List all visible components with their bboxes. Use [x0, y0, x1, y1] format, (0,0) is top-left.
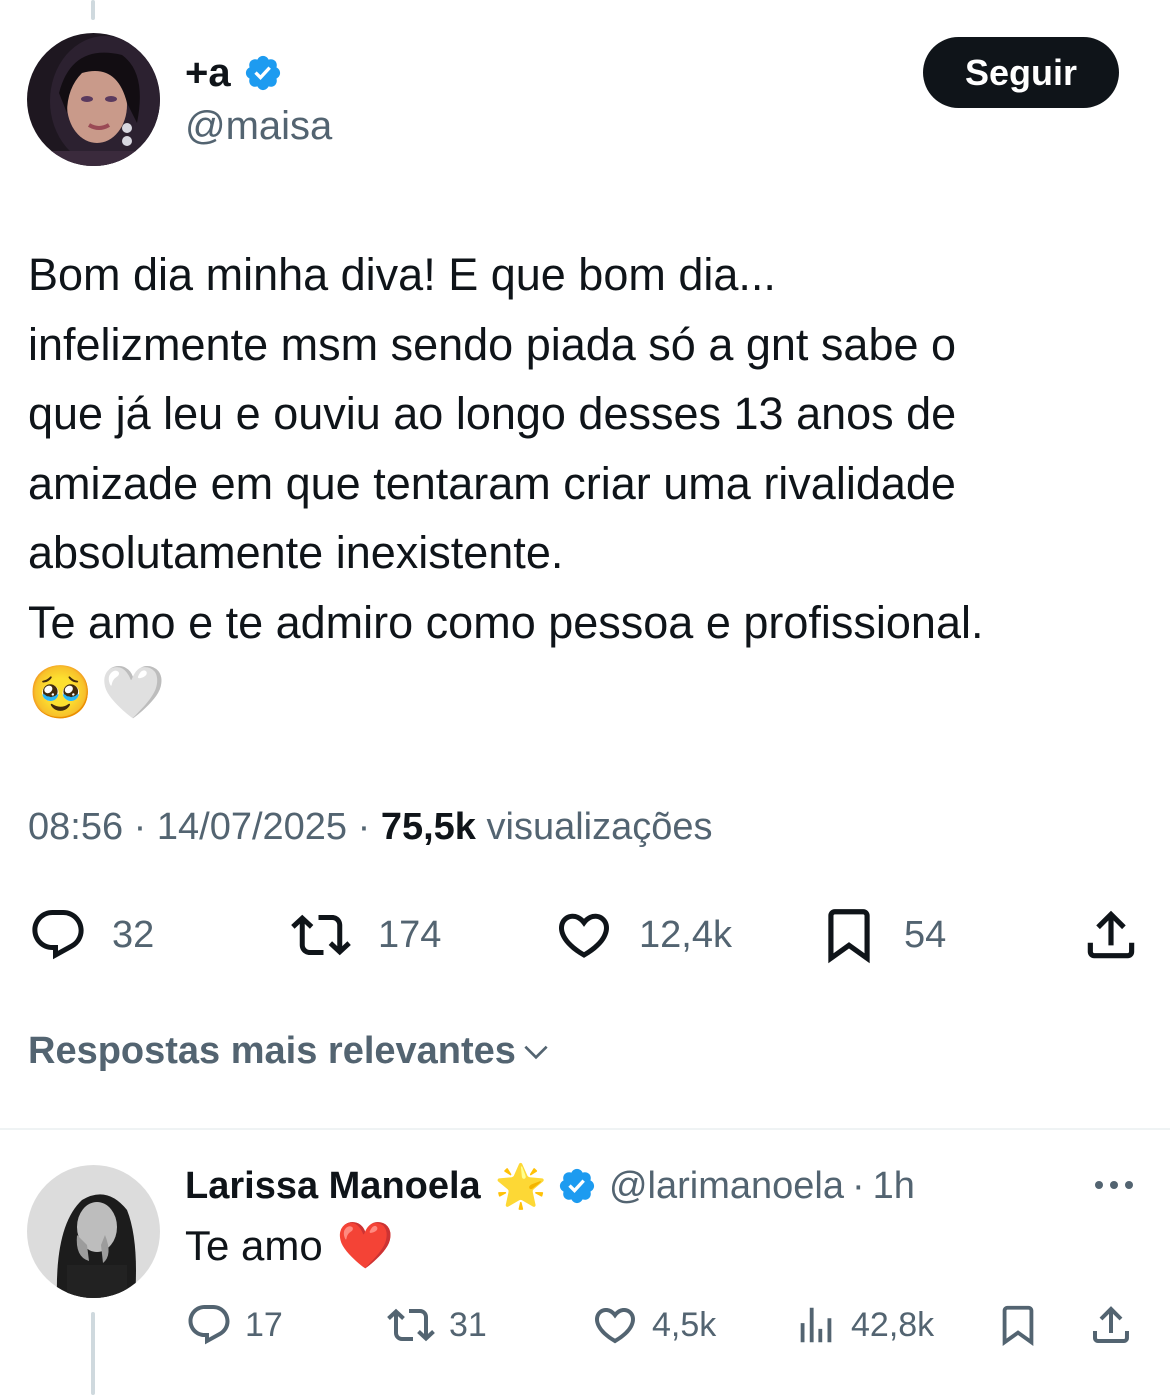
reply-age[interactable]: 1h [873, 1165, 915, 1208]
post-time[interactable]: 08:56 [28, 806, 123, 848]
meta-separator: · [133, 806, 147, 848]
post-actions: 32 174 12,4k 54 [0, 900, 1170, 970]
bookmark-count: 54 [904, 913, 947, 956]
reply-like-button[interactable]: 4,5k [590, 1300, 716, 1350]
repost-icon [387, 1308, 435, 1342]
author-name[interactable]: +a [185, 51, 231, 96]
reply-icon [188, 1305, 230, 1345]
reply-views-count: 42,8k [851, 1305, 935, 1344]
post-text: Bom dia minha diva! E que bom dia... inf… [28, 249, 984, 648]
reply-text-row: Te amo ❤️ [185, 1218, 394, 1273]
reply-like-count: 4,5k [652, 1305, 717, 1344]
views-count: 75,5k [380, 806, 476, 848]
reply-author-avatar[interactable] [27, 1165, 160, 1298]
like-icon [558, 913, 610, 958]
follow-button[interactable]: Seguir [923, 37, 1119, 108]
meta-separator: · [357, 806, 371, 848]
reply-header: Larissa Manoela 🌟 @larimanoela · 1h [185, 1162, 915, 1210]
sort-label: Respostas mais relevantes [28, 1030, 516, 1072]
author-name-row: +a [185, 50, 283, 96]
views-icon [800, 1307, 832, 1343]
thread-line-top [91, 0, 95, 20]
reply-share-button[interactable] [1087, 1300, 1135, 1350]
reply-icon [32, 910, 84, 960]
repost-icon [291, 914, 351, 956]
replies-sort-dropdown[interactable]: Respostas mais relevantes [28, 1030, 552, 1073]
reply-text: Te amo [185, 1221, 323, 1269]
bookmark-button[interactable]: 54 [818, 900, 946, 970]
share-icon [1087, 910, 1135, 959]
share-icon [1093, 1306, 1129, 1343]
repost-count: 174 [378, 913, 442, 956]
share-button[interactable] [1080, 900, 1142, 970]
reply-button[interactable]: 32 [28, 900, 154, 970]
author-avatar[interactable] [27, 33, 160, 166]
like-icon [594, 1308, 636, 1344]
like-button[interactable]: 12,4k [553, 900, 732, 970]
post-emojis: 🥹 🤍 [28, 660, 166, 726]
bookmark-icon [828, 909, 870, 964]
like-count: 12,4k [639, 913, 732, 956]
verified-badge-icon [557, 1166, 597, 1206]
author-handle[interactable]: @maisa [185, 104, 332, 149]
reply-count: 32 [112, 913, 155, 956]
repost-button[interactable]: 174 [288, 900, 441, 970]
reply-views-button[interactable]: 42,8k [793, 1300, 934, 1350]
reply-repost-count: 31 [449, 1305, 487, 1344]
pleading-face-emoji: 🥹 [28, 664, 93, 722]
reply-author-handle[interactable]: @larimanoela [609, 1165, 844, 1208]
more-icon [1095, 1181, 1133, 1189]
reply-repost-button[interactable]: 31 [385, 1300, 487, 1350]
chevron-down-icon [524, 1045, 548, 1059]
verified-badge-icon [243, 53, 283, 93]
more-options-button[interactable] [1092, 1178, 1136, 1197]
views-label: visualizações [486, 806, 713, 848]
bookmark-icon [1002, 1305, 1034, 1346]
star-badge-emoji: 🌟 [494, 1161, 547, 1209]
white-heart-emoji: 🤍 [100, 664, 166, 722]
thread-line-bottom [91, 1312, 95, 1395]
reply-reply-button[interactable]: 17 [185, 1300, 283, 1350]
reply-reply-count: 17 [245, 1305, 283, 1344]
post-date[interactable]: 14/07/2025 [157, 806, 347, 848]
reply-author-name[interactable]: Larissa Manoela [185, 1165, 481, 1208]
reply-bookmark-button[interactable] [995, 1300, 1041, 1350]
red-heart-emoji: ❤️ [336, 1219, 395, 1271]
divider [0, 1128, 1170, 1130]
reply-separator: · [852, 1164, 865, 1207]
post-meta: 08:56 · 14/07/2025 · 75,5k visualizações [28, 806, 713, 849]
